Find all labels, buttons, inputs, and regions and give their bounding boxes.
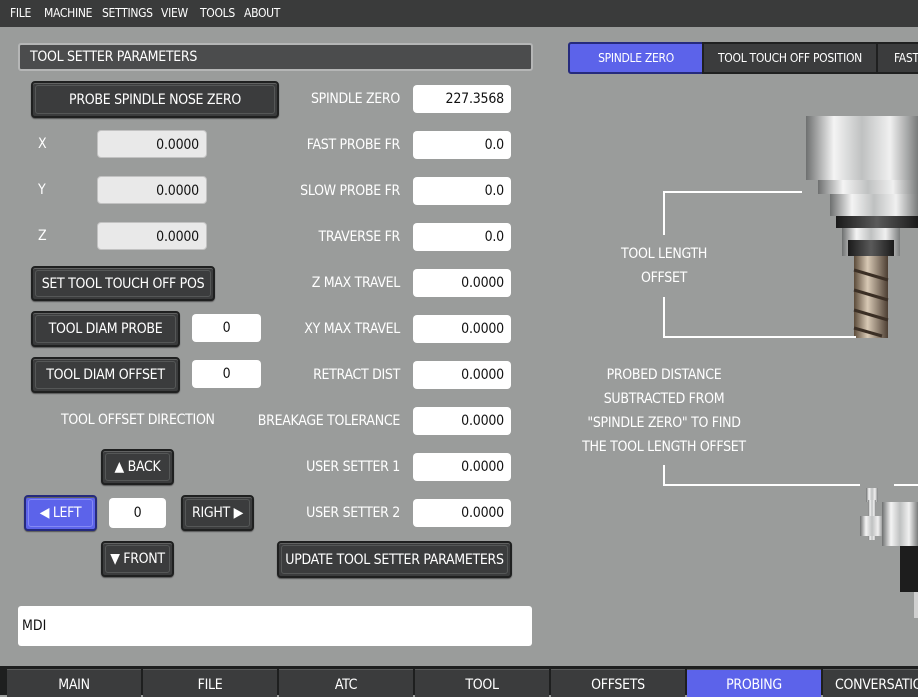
back-button[interactable]: ▲ BACK [101, 449, 174, 485]
left-arrow-icon: ◀ [39, 505, 50, 521]
probed-line-2: SUBTRACTED FROM [603, 391, 725, 407]
probe-spindle-nose-zero-label: PROBE SPINDLE NOSE ZERO [69, 92, 241, 108]
left-button[interactable]: ◀ LEFT [24, 495, 97, 531]
param-label: TRAVERSE FR [318, 229, 400, 245]
param-label: USER SETTER 2 [306, 505, 400, 521]
z-value: 0.0000 [97, 222, 207, 250]
menu-file[interactable]: FILE [10, 6, 31, 20]
probed-line-4: THE TOOL LENGTH OFFSET [582, 439, 746, 455]
menu-view[interactable]: VIEW [161, 6, 188, 20]
param-input[interactable]: 0.0000 [413, 453, 511, 481]
tool-length-offset-text: TOOL LENGTH OFFSET [620, 242, 708, 290]
param-label: USER SETTER 1 [306, 459, 400, 475]
x-value: 0.0000 [97, 130, 207, 158]
param-label: FAST PROBE FR [306, 137, 401, 153]
param-input[interactable]: 0.0000 [413, 499, 511, 527]
spindle-image [806, 116, 918, 338]
tab-probing[interactable]: PROBING [687, 669, 821, 697]
front-button[interactable]: ▼ FRONT [101, 541, 174, 577]
menu-tools[interactable]: TOOLS [200, 6, 235, 20]
right-label: RIGHT [192, 505, 230, 521]
tool-setter-image [860, 488, 918, 618]
param-label: XY MAX TRAVEL [304, 321, 400, 337]
tab-fast[interactable]: FAST [876, 42, 918, 74]
tool-length-offset-line2: OFFSET [640, 270, 687, 286]
left-label: LEFT [52, 505, 82, 521]
tab-main[interactable]: MAIN [7, 669, 141, 697]
tab-offsets[interactable]: OFFSETS [551, 669, 685, 697]
menu-about[interactable]: ABOUT [244, 6, 280, 20]
menu-machine[interactable]: MACHINE [44, 6, 92, 20]
probed-line-1: PROBED DISTANCE [606, 367, 722, 383]
param-input[interactable]: 0.0000 [413, 361, 511, 389]
z-label: Z [38, 228, 47, 244]
tab-spindle-zero[interactable]: SPINDLE ZERO [568, 42, 704, 74]
param-input[interactable]: 0.0000 [413, 315, 511, 343]
tab-atc[interactable]: ATC [279, 669, 413, 697]
param-label: SLOW PROBE FR [300, 183, 400, 199]
tool-length-offset-line1: TOOL LENGTH [620, 246, 708, 262]
back-label: BACK [127, 459, 161, 475]
update-tool-setter-parameters-label: UPDATE TOOL SETTER PARAMETERS [285, 552, 504, 568]
tab-tool-touch-off-position[interactable]: TOOL TOUCH OFF POSITION [702, 42, 878, 74]
front-label: FRONT [123, 551, 165, 567]
tab-conversational[interactable]: CONVERSATIONAL [823, 669, 918, 697]
param-input[interactable]: 0.0 [413, 177, 511, 205]
menu-settings[interactable]: SETTINGS [102, 6, 153, 20]
mdi-input[interactable]: MDI [18, 606, 532, 646]
y-label: Y [38, 182, 46, 198]
y-value: 0.0000 [97, 176, 207, 204]
x-label: X [38, 136, 47, 152]
set-tool-touch-off-pos-label: SET TOOL TOUCH OFF POS [41, 276, 205, 292]
tab-tool[interactable]: TOOL [415, 669, 549, 697]
tool-offset-direction-label: TOOL OFFSET DIRECTION [61, 412, 215, 428]
menu-bar: FILE MACHINE SETTINGS VIEW TOOLS ABOUT [0, 0, 918, 27]
set-tool-touch-off-pos-button[interactable]: SET TOOL TOUCH OFF POS [31, 266, 215, 301]
tool-diam-offset-label: TOOL DIAM OFFSET [46, 367, 165, 383]
mdi-label: MDI [22, 618, 47, 634]
update-tool-setter-parameters-button[interactable]: UPDATE TOOL SETTER PARAMETERS [277, 541, 512, 578]
param-label: BREAKAGE TOLERANCE [257, 413, 401, 429]
probed-line-3: "SPINDLE ZERO" TO FIND [587, 415, 741, 431]
param-input[interactable]: 0.0 [413, 131, 511, 159]
param-input[interactable]: 0.0000 [413, 269, 511, 297]
probed-distance-text: PROBED DISTANCE SUBTRACTED FROM "SPINDLE… [574, 363, 754, 459]
up-arrow-icon: ▲ [114, 459, 125, 475]
tab-file[interactable]: FILE [143, 669, 277, 697]
tool-diam-probe-button[interactable]: TOOL DIAM PROBE [31, 311, 180, 347]
down-arrow-icon: ▼ [110, 551, 120, 567]
direction-value-input[interactable]: 0 [109, 498, 166, 528]
param-input[interactable]: 227.3568 [413, 85, 511, 113]
param-input[interactable]: 0.0000 [413, 407, 511, 435]
tool-diam-offset-button[interactable]: TOOL DIAM OFFSET [31, 357, 180, 393]
param-label: SPINDLE ZERO [310, 91, 400, 107]
tool-diam-probe-label: TOOL DIAM PROBE [48, 321, 163, 337]
tool-length-diagram [663, 116, 918, 618]
param-label: RETRACT DIST [313, 367, 400, 383]
param-label: Z MAX TRAVEL [311, 275, 401, 291]
panel-title: TOOL SETTER PARAMETERS [18, 43, 533, 71]
param-input[interactable]: 0.0 [413, 223, 511, 251]
